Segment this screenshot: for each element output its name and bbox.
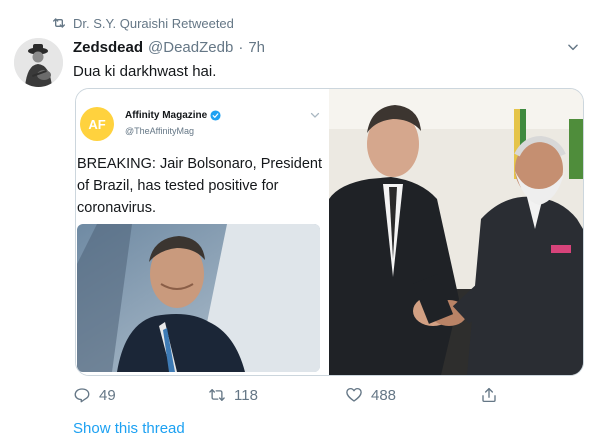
- share-icon: [482, 387, 496, 403]
- share-button[interactable]: [480, 384, 498, 406]
- more-options-button[interactable]: [563, 37, 583, 57]
- tweet-actions: 49 118 488: [73, 384, 503, 406]
- quoted-text: BREAKING: Jair Bolsonaro, President of B…: [77, 156, 322, 216]
- like-count: 488: [371, 386, 397, 404]
- retweet-label: Dr. S.Y. Quraishi Retweeted: [73, 15, 234, 31]
- quoted-name-row: Affinity Magazine: [125, 110, 221, 121]
- tweet-media[interactable]: AF Affinity Magazine @TheAffinityMag BRE…: [75, 88, 584, 376]
- retweet-count: 118: [234, 386, 258, 404]
- like-button[interactable]: 488: [345, 384, 396, 406]
- author-handle[interactable]: @DeadZedb: [148, 39, 233, 56]
- heart-icon: [346, 387, 362, 402]
- tweet-time[interactable]: 7h: [248, 39, 265, 56]
- show-thread-link[interactable]: Show this thread: [73, 420, 185, 437]
- quoted-handle: @TheAffinityMag: [125, 126, 194, 136]
- quoted-photo: [77, 224, 320, 372]
- tweet-text: Dua ki darkhwast hai.: [73, 63, 217, 80]
- avatar-image: [14, 38, 63, 87]
- quoted-avatar-text: AF: [88, 116, 106, 132]
- chevron-down-icon: [568, 44, 578, 51]
- chevron-down-icon: [310, 112, 320, 118]
- quoted-tweet-screenshot[interactable]: AF Affinity Magazine @TheAffinityMag BRE…: [76, 89, 328, 375]
- verified-badge-icon: [210, 110, 221, 121]
- author-name[interactable]: Zedsdead: [73, 39, 143, 56]
- handshake-photo: [329, 89, 583, 375]
- avatar[interactable]: [14, 38, 63, 87]
- reply-button[interactable]: 49: [73, 384, 116, 406]
- retweet-icon: [209, 389, 225, 401]
- tweet-header: Zedsdead @DeadZedb · 7h: [73, 39, 558, 59]
- reply-icon: [74, 388, 90, 403]
- quoted-avatar: AF: [80, 107, 114, 141]
- quoted-name: Affinity Magazine: [125, 110, 208, 121]
- header-separator: ·: [238, 39, 244, 56]
- retweet-button[interactable]: 118: [208, 384, 258, 406]
- retweet-icon: [53, 18, 65, 28]
- reply-count: 49: [99, 386, 116, 404]
- retweet-context[interactable]: Dr. S.Y. Quraishi Retweeted: [51, 14, 234, 32]
